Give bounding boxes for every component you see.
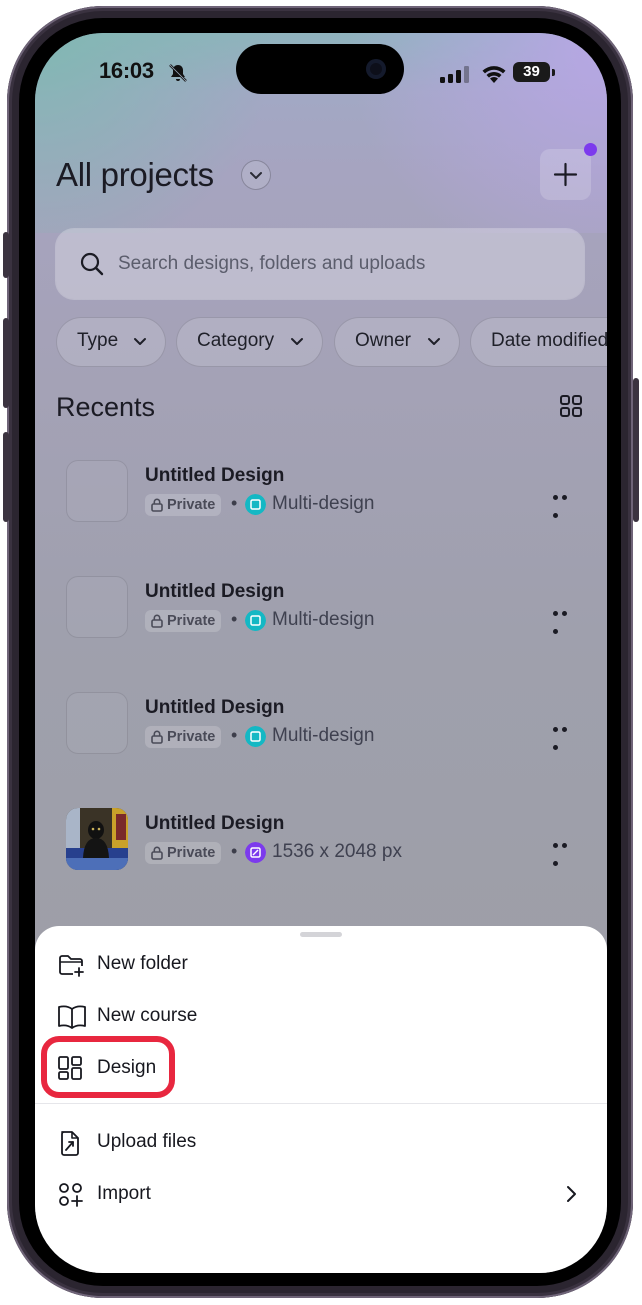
search-icon xyxy=(80,252,104,276)
custom-size-icon xyxy=(245,842,266,863)
more-options-button[interactable] xyxy=(553,835,579,866)
design-type-label: Multi-design xyxy=(272,609,375,630)
lock-icon xyxy=(151,730,163,744)
grid-view-icon[interactable] xyxy=(559,394,583,418)
cellular-signal-icon xyxy=(440,66,469,83)
chevron-down-icon xyxy=(250,172,262,179)
wifi-icon xyxy=(482,66,506,83)
design-type-label: Multi-design xyxy=(272,725,375,746)
separator-dot: • xyxy=(231,609,238,629)
menu-label: Upload files xyxy=(97,1131,197,1152)
design-title[interactable]: Untitled Design xyxy=(145,581,284,603)
chevron-down-icon xyxy=(291,338,303,345)
design-title[interactable]: Untitled Design xyxy=(145,813,284,835)
design-thumbnail[interactable] xyxy=(66,460,128,522)
book-icon xyxy=(58,1005,86,1029)
lock-icon xyxy=(151,498,163,512)
filter-chip-owner[interactable]: Owner xyxy=(334,317,460,367)
volume-down-button xyxy=(3,432,9,522)
status-time: 16:03 xyxy=(99,58,154,83)
filter-chip-type[interactable]: Type xyxy=(56,317,166,367)
plus-icon xyxy=(553,162,578,187)
multi-design-icon xyxy=(245,726,266,747)
lock-icon xyxy=(151,614,163,628)
battery-indicator: 39 xyxy=(513,62,550,82)
upload-file-icon xyxy=(61,1131,79,1156)
new-folder-icon xyxy=(59,955,84,977)
action-button xyxy=(3,232,9,278)
menu-divider xyxy=(35,1103,607,1104)
separator-dot: • xyxy=(231,841,238,861)
volume-up-button xyxy=(3,318,9,408)
menu-label: New course xyxy=(97,1005,198,1026)
section-heading: Recents xyxy=(56,392,156,422)
multi-design-icon xyxy=(245,610,266,631)
design-title[interactable]: Untitled Design xyxy=(145,697,284,719)
chevron-down-icon xyxy=(134,338,146,345)
sheet-grabber[interactable] xyxy=(300,932,342,937)
chevron-down-icon xyxy=(428,338,440,345)
filter-chip-category[interactable]: Category xyxy=(176,317,323,367)
more-options-button[interactable] xyxy=(553,719,579,750)
design-thumbnail[interactable] xyxy=(66,692,128,754)
design-thumbnail[interactable] xyxy=(66,576,128,638)
battery-cap xyxy=(552,69,555,76)
create-button[interactable] xyxy=(540,149,591,200)
chevron-right-icon xyxy=(567,1186,576,1202)
chip-label: Category xyxy=(197,330,275,351)
search-placeholder[interactable]: Search designs, folders and uploads xyxy=(118,253,425,275)
design-type-label: Multi-design xyxy=(272,493,375,514)
notification-dot xyxy=(584,143,597,156)
lock-icon xyxy=(151,846,163,860)
highlight-annotation xyxy=(41,1036,175,1098)
design-title[interactable]: Untitled Design xyxy=(145,465,284,487)
separator-dot: • xyxy=(231,725,238,745)
photo-thumbnail[interactable] xyxy=(66,808,128,870)
privacy-badge: Private xyxy=(145,842,222,864)
filter-chip-date-modified[interactable]: Date modified xyxy=(470,317,607,367)
privacy-label: Private xyxy=(167,613,216,629)
screen: 16:03 39 All projects Search designs, fo… xyxy=(35,33,607,1273)
privacy-label: Private xyxy=(167,497,216,513)
menu-label: Import xyxy=(97,1183,151,1204)
menu-label: New folder xyxy=(97,953,188,974)
separator-dot: • xyxy=(231,493,238,513)
power-button xyxy=(633,378,639,522)
chip-label: Date modified xyxy=(491,330,607,351)
title-dropdown-button[interactable] xyxy=(241,160,271,190)
chip-label: Type xyxy=(77,330,119,351)
multi-design-icon xyxy=(245,494,266,515)
more-options-button[interactable] xyxy=(553,603,579,634)
privacy-badge: Private xyxy=(145,610,222,632)
page-title[interactable]: All projects xyxy=(56,156,214,194)
privacy-badge: Private xyxy=(145,494,222,516)
privacy-badge: Private xyxy=(145,726,222,748)
bell-muted-icon xyxy=(169,64,187,82)
privacy-label: Private xyxy=(167,845,216,861)
more-options-button[interactable] xyxy=(553,487,579,518)
import-apps-icon xyxy=(59,1183,83,1207)
chip-label: Owner xyxy=(355,330,411,351)
privacy-label: Private xyxy=(167,729,216,745)
dynamic-island xyxy=(236,44,404,94)
design-size-label: 1536 x 2048 px xyxy=(272,841,402,862)
